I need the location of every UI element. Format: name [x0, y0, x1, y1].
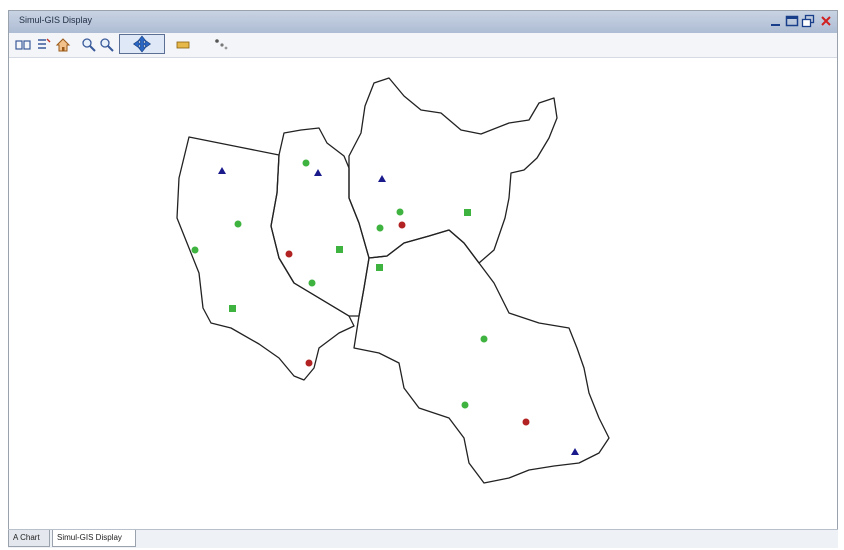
- region-southeast[interactable]: [353, 229, 610, 484]
- point-layer: [191, 159, 579, 455]
- map-point-green[interactable]: [376, 224, 384, 232]
- map-point-red[interactable]: [522, 418, 530, 426]
- map-point-green[interactable]: [396, 208, 404, 216]
- minimize-icon[interactable]: [769, 13, 783, 29]
- region-central[interactable]: [270, 127, 370, 317]
- map-toolbar: [9, 33, 837, 58]
- map-point-green[interactable]: [302, 159, 310, 167]
- map-point-green[interactable]: [461, 401, 469, 409]
- region-west[interactable]: [176, 136, 355, 381]
- pan-icon: [132, 35, 152, 53]
- window-title: Simul-GIS Display: [19, 15, 93, 25]
- close-icon[interactable]: [819, 13, 833, 29]
- map-point-green[interactable]: [308, 279, 316, 287]
- map-canvas[interactable]: [9, 58, 837, 529]
- map-point-green[interactable]: [464, 209, 471, 216]
- map-point-blue[interactable]: [378, 175, 386, 182]
- map-point-green[interactable]: [480, 335, 488, 343]
- map-point-green[interactable]: [336, 246, 343, 253]
- map-point-green[interactable]: [234, 220, 242, 228]
- map-point-red[interactable]: [305, 359, 313, 367]
- restore-icon[interactable]: [801, 13, 815, 29]
- map-point-red[interactable]: [398, 221, 406, 229]
- gis-window: Simul-GIS Display: [8, 10, 838, 530]
- bottom-tab-bar: A Chart Simul-GIS Display: [8, 529, 838, 548]
- tab-chart[interactable]: A Chart: [8, 530, 50, 547]
- zoom-out-icon[interactable]: [99, 37, 115, 53]
- pan-button[interactable]: [119, 34, 165, 54]
- title-bar: Simul-GIS Display: [9, 11, 837, 34]
- maximize-icon[interactable]: [785, 13, 799, 29]
- map-point-blue[interactable]: [218, 167, 226, 174]
- select-features-icon[interactable]: [213, 37, 229, 53]
- zoom-in-icon[interactable]: [81, 37, 97, 53]
- layers-icon[interactable]: [35, 37, 51, 53]
- map-svg: [176, 77, 610, 484]
- region-northeast[interactable]: [348, 77, 558, 264]
- zoom-extent-icon[interactable]: [15, 37, 31, 53]
- home-icon[interactable]: [55, 37, 71, 53]
- measure-icon[interactable]: [175, 37, 191, 53]
- map-point-red[interactable]: [285, 250, 293, 258]
- map-point-blue[interactable]: [314, 169, 322, 176]
- map-point-blue[interactable]: [571, 448, 579, 455]
- map-point-green[interactable]: [376, 264, 383, 271]
- tab-gis-display[interactable]: Simul-GIS Display: [52, 530, 136, 547]
- map-point-green[interactable]: [229, 305, 236, 312]
- map-point-green[interactable]: [191, 246, 199, 254]
